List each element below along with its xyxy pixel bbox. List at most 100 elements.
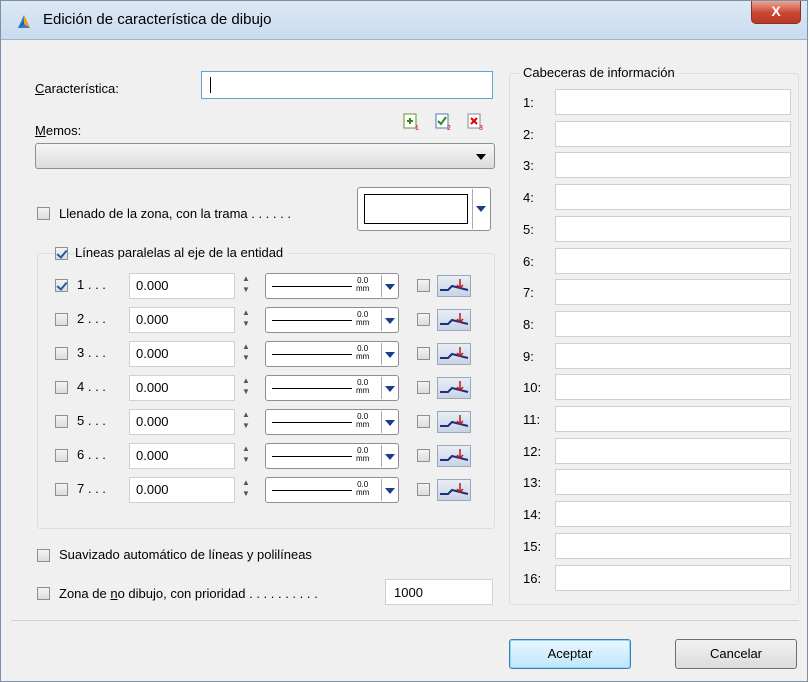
trama-dropdown-button[interactable]: [472, 189, 489, 229]
cabecera-label: 4:: [523, 190, 534, 206]
cabecera-input[interactable]: [555, 215, 791, 242]
line-width-readout: 0.0 mm: [356, 379, 369, 395]
cabecera-input[interactable]: [555, 310, 791, 337]
linea-label: 3 . . .: [77, 345, 106, 360]
cabecera-label: 3:: [523, 158, 534, 174]
cabecera-input[interactable]: [555, 184, 791, 211]
caracteristica-label-rest: aracterística:: [44, 81, 119, 96]
profile-graphic: [440, 483, 469, 495]
line-style-selector[interactable]: 0.0 mm: [265, 477, 399, 503]
line-preview: [272, 286, 352, 287]
line-width-readout: 0.0 mm: [356, 447, 369, 463]
linea-option-checkbox[interactable]: [417, 381, 430, 394]
line-width-readout: 0.0 mm: [356, 345, 369, 361]
spinner-icon[interactable]: ▲ ▼: [241, 477, 251, 503]
line-style-selector[interactable]: 0.0 mm: [265, 375, 399, 401]
line-style-selector[interactable]: 0.0 mm: [265, 409, 399, 435]
linea-label: 7 . . .: [77, 481, 106, 496]
zona-checkbox[interactable]: [37, 587, 50, 600]
linea-offset-input[interactable]: 0.000: [129, 477, 235, 503]
cabecera-input[interactable]: [555, 342, 791, 369]
line-style-selector[interactable]: 0.0 mm: [265, 341, 399, 367]
linea-checkbox[interactable]: [55, 313, 68, 326]
linea-option-checkbox[interactable]: [417, 415, 430, 428]
lineas-checkbox[interactable]: [55, 247, 68, 260]
trama-preview: [364, 194, 468, 224]
profile-icon[interactable]: [437, 377, 471, 399]
llenado-checkbox[interactable]: [37, 207, 50, 220]
cabecera-input[interactable]: [555, 247, 791, 274]
linea-checkbox[interactable]: [55, 347, 68, 360]
cancel-button[interactable]: Cancelar: [675, 639, 797, 669]
line-style-dropdown-button[interactable]: [381, 343, 397, 365]
memo-check-icon[interactable]: 2: [435, 113, 453, 131]
line-style-dropdown-button[interactable]: [381, 445, 397, 467]
cabecera-input[interactable]: [555, 564, 791, 591]
line-style-selector[interactable]: 0.0 mm: [265, 273, 399, 299]
cabecera-input[interactable]: [555, 279, 791, 306]
cabecera-input[interactable]: [555, 532, 791, 559]
line-style-dropdown-button[interactable]: [381, 309, 397, 331]
line-style-dropdown-button[interactable]: [381, 411, 397, 433]
linea-option-checkbox[interactable]: [417, 347, 430, 360]
linea-offset-input[interactable]: 0.000: [129, 273, 235, 299]
linea-offset-input[interactable]: 0.000: [129, 409, 235, 435]
cabecera-input[interactable]: [555, 152, 791, 179]
spinner-icon[interactable]: ▲ ▼: [241, 307, 251, 333]
linea-offset-input[interactable]: 0.000: [129, 375, 235, 401]
linea-checkbox[interactable]: [55, 381, 68, 394]
linea-option-checkbox[interactable]: [417, 483, 430, 496]
accept-button[interactable]: Aceptar: [509, 639, 631, 669]
dialog-window: Edición de característica de dibujo X Ca…: [0, 0, 808, 682]
cabecera-input[interactable]: [555, 89, 791, 115]
line-width-unit: mm: [356, 420, 370, 429]
profile-icon[interactable]: [437, 275, 471, 297]
chevron-down-icon: [476, 206, 486, 212]
linea-checkbox[interactable]: [55, 483, 68, 496]
spinner-icon[interactable]: ▲ ▼: [241, 409, 251, 435]
spinner-icon[interactable]: ▲ ▼: [241, 443, 251, 469]
line-preview: [272, 388, 352, 389]
line-style-selector[interactable]: 0.0 mm: [265, 443, 399, 469]
profile-icon[interactable]: [437, 343, 471, 365]
linea-option-checkbox[interactable]: [417, 279, 430, 292]
linea-option-checkbox[interactable]: [417, 313, 430, 326]
line-style-dropdown-button[interactable]: [381, 275, 397, 297]
profile-icon[interactable]: [437, 309, 471, 331]
linea-checkbox[interactable]: [55, 415, 68, 428]
memo-add-icon[interactable]: 1: [403, 113, 421, 131]
cabecera-input[interactable]: [555, 120, 791, 147]
line-style-dropdown-button[interactable]: [381, 479, 397, 501]
cabecera-label: 16:: [523, 570, 542, 586]
memos-label-rest: emos:: [45, 123, 82, 138]
spinner-icon[interactable]: ▲ ▼: [241, 273, 251, 299]
line-style-selector[interactable]: 0.0 mm: [265, 307, 399, 333]
linea-offset-input[interactable]: 0.000: [129, 341, 235, 367]
cabecera-input[interactable]: [555, 469, 791, 496]
profile-icon[interactable]: [437, 411, 471, 433]
zona-prioridad-input[interactable]: 1000: [385, 579, 493, 605]
line-style-dropdown-button[interactable]: [381, 377, 397, 399]
spinner-icon[interactable]: ▲ ▼: [241, 375, 251, 401]
linea-checkbox[interactable]: [55, 279, 68, 292]
cabecera-input[interactable]: [555, 501, 791, 528]
linea-offset-input[interactable]: 0.000: [129, 443, 235, 469]
suavizado-checkbox[interactable]: [37, 549, 50, 562]
memos-label: Memos:: [35, 123, 82, 138]
linea-option-checkbox[interactable]: [417, 449, 430, 462]
cabecera-input[interactable]: [555, 437, 791, 464]
memo-delete-icon[interactable]: 3: [467, 113, 485, 131]
cabecera-input[interactable]: [555, 406, 791, 432]
memos-dropdown[interactable]: [35, 143, 495, 169]
profile-icon[interactable]: [437, 445, 471, 467]
chevron-down-icon: [385, 420, 395, 426]
linea-checkbox[interactable]: [55, 449, 68, 462]
spinner-icon[interactable]: ▲ ▼: [241, 341, 251, 367]
caracteristica-input[interactable]: [201, 71, 493, 99]
title-bar[interactable]: Edición de característica de dibujo X: [1, 1, 807, 40]
linea-offset-input[interactable]: 0.000: [129, 307, 235, 333]
profile-icon[interactable]: [437, 479, 471, 501]
trama-selector[interactable]: [357, 187, 491, 231]
cabecera-input[interactable]: [555, 374, 791, 401]
close-button[interactable]: X: [751, 1, 801, 24]
